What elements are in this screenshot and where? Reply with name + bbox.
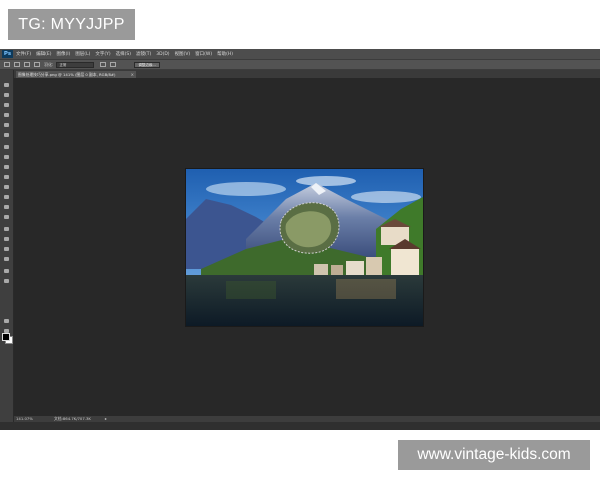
menu-edit[interactable]: 编辑(E) xyxy=(36,51,51,57)
menu-view[interactable]: 视图(V) xyxy=(175,51,191,57)
style-select[interactable]: 正常 xyxy=(56,61,95,68)
quick-mask-icon[interactable] xyxy=(3,318,11,324)
blur-tool-icon[interactable] xyxy=(3,204,11,210)
menu-filter[interactable]: 滤镜(T) xyxy=(136,51,151,57)
refine-edge-button[interactable]: 调整边缘... xyxy=(134,61,160,68)
healing-tool-icon[interactable] xyxy=(3,144,11,150)
app-logo: Ps xyxy=(2,50,13,58)
tool-preset-icon[interactable] xyxy=(4,62,10,67)
document-tab[interactable]: 图像处理技巧分享.png @ 141% (图层 0 副本, RGB/8#) × xyxy=(16,71,136,78)
new-selection-icon[interactable] xyxy=(14,62,20,67)
options-bar: 羽化: 正常 调整边缘... xyxy=(0,59,600,70)
crop-tool-icon[interactable] xyxy=(3,122,11,128)
eraser-tool-icon[interactable] xyxy=(3,184,11,190)
add-selection-icon[interactable] xyxy=(24,62,30,67)
feather-label: 羽化: xyxy=(44,61,54,67)
zoom-tool-icon[interactable] xyxy=(3,278,11,284)
close-tab-icon[interactable]: × xyxy=(131,71,134,78)
dodge-tool-icon[interactable] xyxy=(3,214,11,220)
height-field-icon[interactable] xyxy=(110,62,117,67)
history-brush-tool-icon[interactable] xyxy=(3,174,11,180)
hand-tool-icon[interactable] xyxy=(3,268,11,274)
gradient-tool-icon[interactable] xyxy=(3,194,11,200)
menu-3d[interactable]: 3D(D) xyxy=(156,52,169,57)
menu-file[interactable]: 文件(F) xyxy=(16,51,31,57)
menu-help[interactable]: 帮助(H) xyxy=(217,51,233,57)
menu-window[interactable]: 窗口(W) xyxy=(195,51,212,57)
menu-layer[interactable]: 图层(L) xyxy=(75,51,90,57)
path-select-tool-icon[interactable] xyxy=(3,246,11,252)
menu-image[interactable]: 图像(I) xyxy=(56,51,70,57)
pen-tool-icon[interactable] xyxy=(3,226,11,232)
eyedropper-tool-icon[interactable] xyxy=(3,132,11,138)
marquee-tool-icon[interactable] xyxy=(3,92,11,98)
shape-tool-icon[interactable] xyxy=(3,256,11,262)
tools-panel xyxy=(0,70,14,430)
menu-select[interactable]: 选择(S) xyxy=(116,51,131,57)
watermark-bottom: www.vintage-kids.com xyxy=(398,440,590,470)
watermark-top: TG: MYYJJPP xyxy=(8,9,135,40)
lasso-tool-icon[interactable] xyxy=(3,102,11,108)
subtract-selection-icon[interactable] xyxy=(34,62,40,67)
foreground-color-swatch[interactable] xyxy=(2,333,10,341)
width-field-icon[interactable] xyxy=(100,62,107,67)
menu-type[interactable]: 文字(Y) xyxy=(95,51,110,57)
type-tool-icon[interactable] xyxy=(3,236,11,242)
move-tool-icon[interactable] xyxy=(3,82,11,88)
brush-tool-icon[interactable] xyxy=(3,154,11,160)
quick-select-tool-icon[interactable] xyxy=(3,112,11,118)
document-tab-title: 图像处理技巧分享.png @ 141% (图层 0 副本, RGB/8#) xyxy=(18,72,116,77)
menu-bar: Ps 文件(F) 编辑(E) 图像(I) 图层(L) 文字(Y) 选择(S) 滤… xyxy=(0,49,600,59)
bottom-strip xyxy=(0,422,600,430)
stamp-tool-icon[interactable] xyxy=(3,164,11,170)
canvas-area[interactable] xyxy=(14,78,600,416)
document-image[interactable] xyxy=(186,169,423,326)
photoshop-window: Ps 文件(F) 编辑(E) 图像(I) 图层(L) 文字(Y) 选择(S) 滤… xyxy=(0,49,600,430)
document-tab-bar: 图像处理技巧分享.png @ 141% (图层 0 副本, RGB/8#) × xyxy=(14,70,600,78)
